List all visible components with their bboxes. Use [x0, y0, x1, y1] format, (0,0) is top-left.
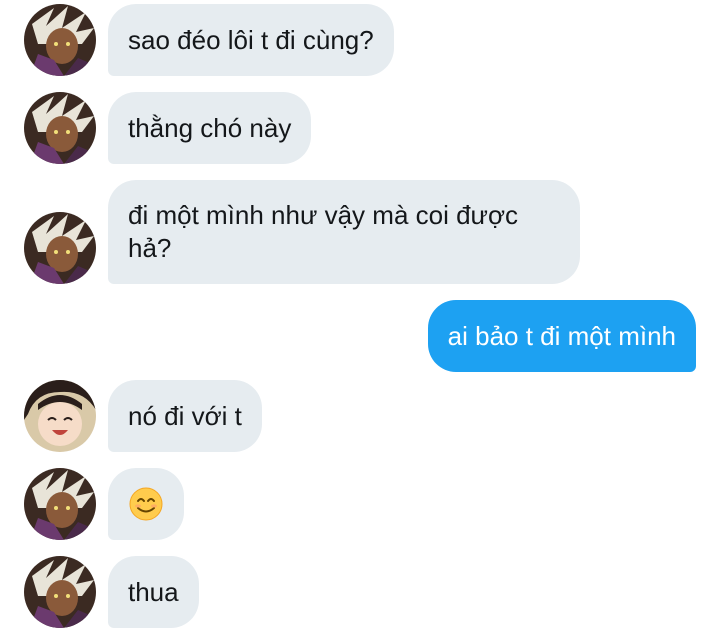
message-bubble[interactable] [108, 468, 184, 540]
outgoing-message-bubble[interactable]: ai bảo t đi một mình [427, 300, 696, 372]
dark-hair-avatar-image [24, 468, 96, 540]
message-bubble[interactable]: thua [108, 556, 199, 628]
sender-avatar[interactable] [24, 468, 96, 540]
message-text: nó đi với t [128, 400, 242, 431]
message-text: sao đéo lôi t đi cùng? [128, 24, 374, 55]
message-bubble[interactable]: sao đéo lôi t đi cùng? [108, 4, 394, 76]
message-bubble[interactable]: thằng chó này [108, 92, 312, 164]
sender-avatar[interactable] [24, 556, 96, 628]
smiling-face-emoji [129, 487, 163, 521]
dark-hair-avatar-image [24, 92, 96, 164]
dark-hair-avatar-image [24, 556, 96, 628]
sender-avatar[interactable] [24, 380, 96, 452]
message-text: ai bảo t đi một mình [447, 320, 676, 351]
message-text: thằng chó này [128, 112, 292, 143]
message-text: đi một mình như vậy mà coi được hả? [128, 200, 518, 263]
dark-hair-avatar-image [24, 212, 96, 284]
message-bubble[interactable]: đi một mình như vậy mà coi được hả? [108, 180, 580, 284]
sender-avatar[interactable] [24, 212, 96, 284]
smiling-girl-avatar-image [24, 380, 96, 452]
message-text: thua [128, 576, 179, 607]
message-bubble[interactable]: nó đi với t [108, 380, 262, 452]
sender-avatar[interactable] [24, 4, 96, 76]
dark-hair-avatar-image [24, 4, 96, 76]
sender-avatar[interactable] [24, 92, 96, 164]
chat-thread: sao đéo lôi t đi cùng? thằng chó này đi … [0, 0, 720, 631]
